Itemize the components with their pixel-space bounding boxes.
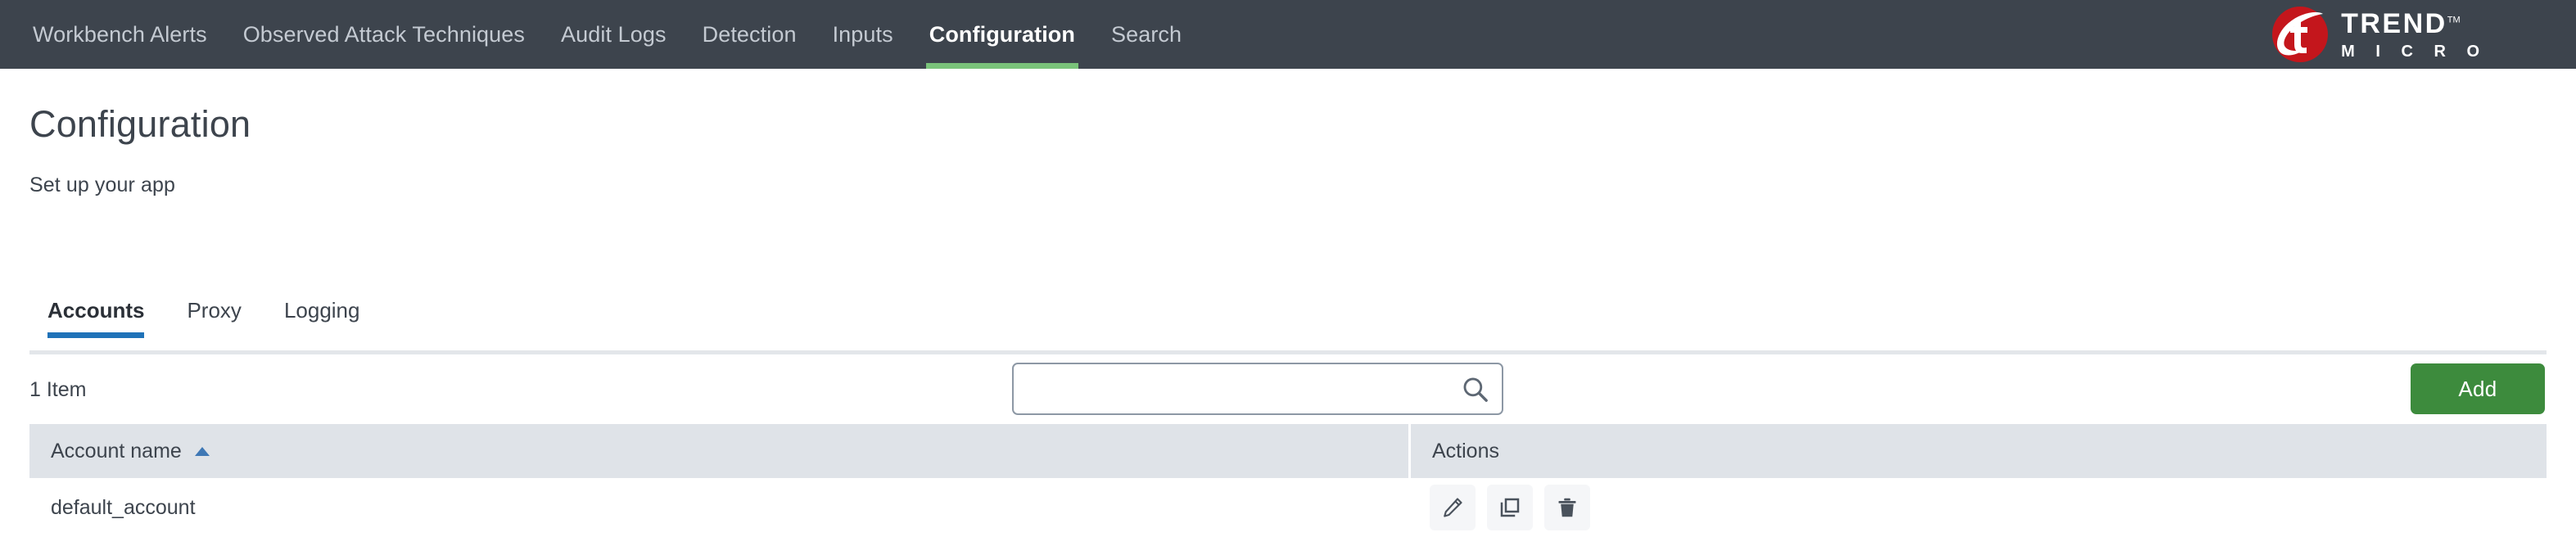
delete-button[interactable] [1544, 485, 1590, 530]
tab-label: Accounts [47, 298, 145, 323]
nav-item-configuration[interactable]: Configuration [911, 0, 1093, 69]
nav-item-label: Observed Attack Techniques [242, 21, 526, 47]
trash-icon [1558, 498, 1576, 517]
page-subtitle: Set up your app [29, 174, 176, 196]
cell-account-name: default_account [51, 495, 196, 519]
sort-ascending-icon[interactable] [194, 446, 210, 456]
column-header-label: Actions [1432, 439, 1499, 463]
search-icon[interactable] [1461, 375, 1489, 403]
pencil-icon [1444, 498, 1462, 517]
cell-actions [1408, 478, 2547, 537]
column-header-label: Account name [51, 439, 182, 463]
section-tabs: Accounts Proxy Logging [29, 298, 381, 355]
table-body: default_account [29, 478, 2547, 537]
trend-micro-logo: TRENDTM M I C R O [2272, 7, 2488, 62]
search-box [1012, 363, 1503, 415]
nav-item-label: Configuration [929, 21, 1075, 47]
tab-label: Proxy [187, 298, 242, 323]
nav-item-label: Detection [702, 21, 797, 47]
top-navigation-bar: Workbench Alerts Observed Attack Techniq… [0, 0, 2576, 69]
logo-trend-text: TRENDTM [2341, 10, 2488, 38]
primary-nav: Workbench Alerts Observed Attack Techniq… [0, 0, 1200, 69]
nav-item-label: Workbench Alerts [33, 21, 207, 47]
nav-item-inputs[interactable]: Inputs [815, 0, 911, 69]
tab-proxy[interactable]: Proxy [165, 298, 262, 338]
tabs-divider [29, 350, 2547, 354]
nav-item-audit-logs[interactable]: Audit Logs [543, 0, 685, 69]
nav-item-label: Search [1111, 21, 1182, 47]
trend-micro-mark-icon [2272, 7, 2329, 62]
page-content: Configuration Set up your app Accounts P… [0, 69, 2576, 537]
tab-label: Logging [283, 298, 360, 323]
column-header-actions: Actions [1408, 424, 2547, 478]
nav-item-search[interactable]: Search [1093, 0, 1200, 69]
nav-item-label: Audit Logs [561, 21, 667, 47]
edit-button[interactable] [1430, 485, 1476, 530]
logo-trend-label: TREND [2341, 7, 2447, 39]
nav-item-observed-attack-techniques[interactable]: Observed Attack Techniques [225, 0, 543, 69]
logo-micro-label: M I C R O [2341, 42, 2488, 61]
nav-item-workbench-alerts[interactable]: Workbench Alerts [15, 0, 225, 69]
table-header-row: Account name Actions [29, 424, 2547, 478]
logo-trademark-symbol: TM [2447, 15, 2461, 25]
tab-accounts[interactable]: Accounts [29, 298, 165, 338]
table-row: default_account [29, 478, 2547, 537]
logo-letter-t-icon [2290, 19, 2308, 53]
page-title: Configuration [29, 103, 251, 145]
nav-item-label: Inputs [832, 21, 893, 47]
accounts-table: Account name Actions default_account [29, 424, 2547, 537]
search-input[interactable] [1012, 363, 1503, 415]
nav-item-detection[interactable]: Detection [685, 0, 815, 69]
tab-logging[interactable]: Logging [263, 298, 382, 338]
trend-micro-wordmark: TRENDTM M I C R O [2341, 10, 2488, 60]
column-header-account-name[interactable]: Account name [29, 424, 1408, 478]
add-button[interactable]: Add [2411, 363, 2545, 414]
item-count-label: 1 Item [29, 378, 87, 401]
clone-icon [1500, 498, 1520, 517]
clone-button[interactable] [1487, 485, 1533, 530]
